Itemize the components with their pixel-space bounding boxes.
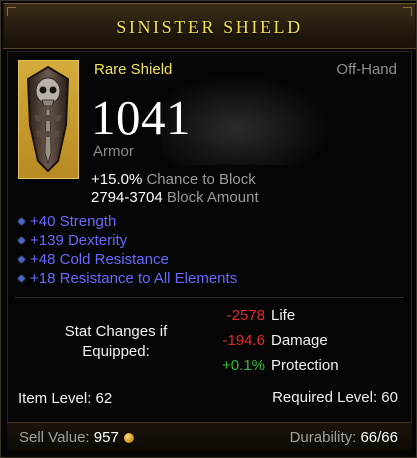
stat-change-label: Life	[271, 307, 296, 324]
affix-text: +139 Dexterity	[30, 232, 128, 249]
block-chance-label: Chance to Block	[146, 171, 256, 188]
skull-shield-icon	[26, 65, 70, 173]
header-corner-ornament	[403, 7, 412, 16]
item-slot: Off-Hand	[336, 61, 397, 78]
gold-coin-icon	[123, 433, 134, 443]
diamond-bullet-icon	[17, 255, 26, 264]
item-level: Item Level: 62	[18, 390, 113, 407]
tooltip-header: SINISTER SHIELD	[3, 3, 416, 49]
stat-change-value: +0.1%	[222, 357, 265, 374]
stat-change-value: -2578	[226, 307, 265, 324]
block-amount-row: 2794-3704 Block Amount	[91, 189, 259, 206]
affix-text: +48 Cold Resistance	[30, 251, 169, 268]
affix-text: +40 Strength	[30, 213, 117, 230]
stat-change-protection: +0.1% Protection	[201, 357, 401, 377]
stat-change-life: -2578 Life	[201, 307, 401, 327]
stat-change-damage: -194.6 Damage	[201, 332, 401, 352]
sell-value-amount: 957	[93, 429, 119, 446]
armor-value: 1041	[91, 90, 191, 145]
affix-item: +18 Resistance to All Elements	[17, 269, 237, 288]
item-tooltip: SINISTER SHIELD Rare Shield Off-Hand 104…	[0, 0, 417, 458]
block-chance-row: +15.0% Chance to Block	[91, 171, 256, 188]
stat-change-label: Damage	[271, 332, 328, 349]
stat-change-value: -194.6	[222, 332, 265, 349]
item-name: SINISTER SHIELD	[116, 17, 303, 37]
affix-item: +48 Cold Resistance	[17, 250, 237, 269]
affix-item: +139 Dexterity	[17, 231, 237, 250]
block-amount-label: Block Amount	[166, 189, 259, 206]
header-corner-ornament	[7, 7, 16, 16]
sell-value-label: Sell Value:	[19, 429, 90, 446]
affix-text: +18 Resistance to All Elements	[30, 270, 238, 287]
durability: Durability: 66/66	[290, 429, 398, 446]
sell-value: Sell Value: 957	[19, 429, 134, 446]
required-level: Required Level: 60	[272, 389, 398, 406]
affix-list: +40 Strength +139 Dexterity +48 Cold Res…	[17, 212, 237, 288]
durability-label: Durability:	[289, 429, 357, 446]
block-amount-value: 2794-3704	[91, 189, 163, 206]
item-icon-frame	[18, 60, 79, 179]
divider	[15, 297, 404, 298]
affix-item: +40 Strength	[17, 212, 237, 231]
stat-change-label: Protection	[271, 357, 339, 374]
armor-label: Armor	[93, 143, 134, 160]
stat-changes-title: Stat Changes if Equipped:	[34, 322, 198, 362]
diamond-bullet-icon	[17, 236, 26, 245]
diamond-bullet-icon	[17, 217, 26, 226]
diamond-bullet-icon	[17, 274, 26, 283]
stat-changes-title-line: Stat Changes if	[64, 323, 168, 340]
durability-value: 66/66	[360, 429, 398, 446]
stat-changes-title-line: Equipped:	[82, 343, 150, 360]
block-chance-value: +15.0%	[91, 171, 143, 188]
